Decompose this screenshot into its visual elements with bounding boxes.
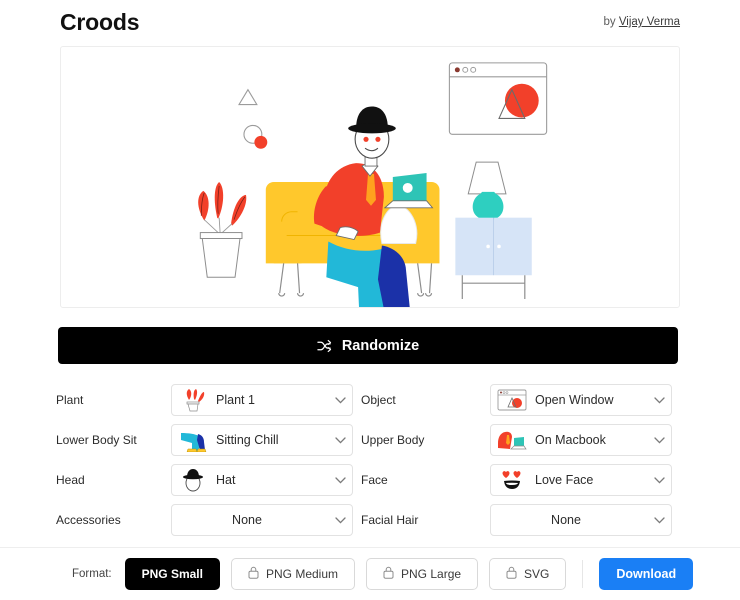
format-label: Format: [72, 568, 112, 580]
format-button-label: PNG Medium [265, 567, 339, 581]
option-cell-facial-hair: None [490, 504, 680, 536]
footer-controls: Format: PNG Small PNG Medium PNG Large S… [72, 558, 694, 590]
option-value-accessories: None [232, 513, 262, 527]
circles-shape-icon [243, 124, 268, 149]
option-select-plant[interactable]: Plant 1 [171, 384, 353, 416]
open-window-thumb-icon [495, 387, 529, 413]
triangle-shape-icon [238, 88, 258, 106]
options-grid: Plant Plant 1 Object Open Window Lower B… [56, 384, 680, 536]
randomize-button[interactable]: Randomize [58, 327, 678, 364]
option-value-head: Hat [216, 473, 236, 487]
download-button[interactable]: Download [599, 558, 694, 590]
format-button-label: PNG Large [401, 567, 462, 581]
lock-icon [248, 566, 259, 582]
sitting-legs-thumb-icon [176, 427, 210, 453]
chevron-down-icon [647, 476, 671, 484]
shuffle-icon [317, 339, 332, 353]
author-link[interactable]: Vijay Verma [619, 16, 680, 28]
option-value-face: Love Face [535, 473, 594, 487]
plant-illustration [198, 181, 247, 278]
option-value-object: Open Window [535, 393, 614, 407]
option-value-upper-body: On Macbook [535, 433, 606, 447]
option-label-facial-hair: Facial Hair [361, 513, 419, 527]
option-label-upper-body: Upper Body [361, 433, 425, 447]
export-footer: Format: PNG Small PNG Medium PNG Large S… [0, 547, 740, 600]
on-macbook-thumb-icon [495, 427, 529, 453]
lamp-and-cabinet-illustration [455, 161, 532, 300]
option-cell-object: Open Window [490, 384, 680, 416]
lock-icon [506, 566, 517, 582]
author-byline: by Vijay Verma [603, 16, 680, 28]
option-value-lower-body-sit: Sitting Chill [216, 433, 279, 447]
lock-icon [383, 566, 394, 582]
chevron-down-icon [647, 396, 671, 404]
option-value-plant: Plant 1 [216, 393, 255, 407]
open-window-illustration [448, 62, 548, 135]
option-select-lower-body-sit[interactable]: Sitting Chill [171, 424, 353, 456]
illustration-canvas [198, 62, 548, 307]
hat-thumb-icon [176, 467, 210, 493]
footer-divider [582, 560, 584, 588]
chevron-down-icon [647, 436, 671, 444]
option-select-accessories[interactable]: None [171, 504, 353, 536]
format-button-label: SVG [524, 567, 550, 581]
option-label-face: Face [361, 473, 388, 487]
option-cell-upper-body: On Macbook [490, 424, 680, 456]
chevron-down-icon [328, 476, 352, 484]
format-button-png-medium[interactable]: PNG Medium [230, 558, 356, 590]
page-title: Croods [60, 8, 140, 35]
byline-prefix: by [603, 16, 616, 28]
option-cell-face: Love Face [490, 464, 680, 496]
option-label-object: Object [361, 393, 396, 407]
chevron-down-icon [328, 396, 352, 404]
chevron-down-icon [328, 516, 352, 524]
option-select-upper-body[interactable]: On Macbook [490, 424, 672, 456]
chevron-down-icon [647, 516, 671, 524]
illustration-preview-card [60, 46, 680, 308]
love-face-thumb-icon [495, 467, 529, 493]
page-header: Croods by Vijay Verma [60, 0, 680, 44]
option-value-facial-hair: None [551, 513, 581, 527]
randomize-label: Randomize [341, 337, 420, 354]
option-label-lower-body-sit: Lower Body Sit [56, 433, 137, 447]
croods-avatar-generator-page: Croods by Vijay Verma Randomize Plant Pl… [0, 0, 740, 600]
option-select-facial-hair[interactable]: None [490, 504, 672, 536]
format-button-label: PNG Small [141, 567, 203, 581]
option-select-object[interactable]: Open Window [490, 384, 672, 416]
option-select-face[interactable]: Love Face [490, 464, 672, 496]
chevron-down-icon [328, 436, 352, 444]
format-button-svg[interactable]: SVG [489, 558, 567, 590]
format-button-png-large[interactable]: PNG Large [366, 558, 479, 590]
option-label-head: Head [56, 473, 85, 487]
character-illustration [313, 106, 434, 307]
option-label-accessories: Accessories [56, 513, 121, 527]
format-button-png-small[interactable]: PNG Small [124, 558, 220, 590]
option-label-plant: Plant [56, 393, 84, 407]
option-select-head[interactable]: Hat [171, 464, 353, 496]
plant-thumb-icon [176, 387, 210, 413]
